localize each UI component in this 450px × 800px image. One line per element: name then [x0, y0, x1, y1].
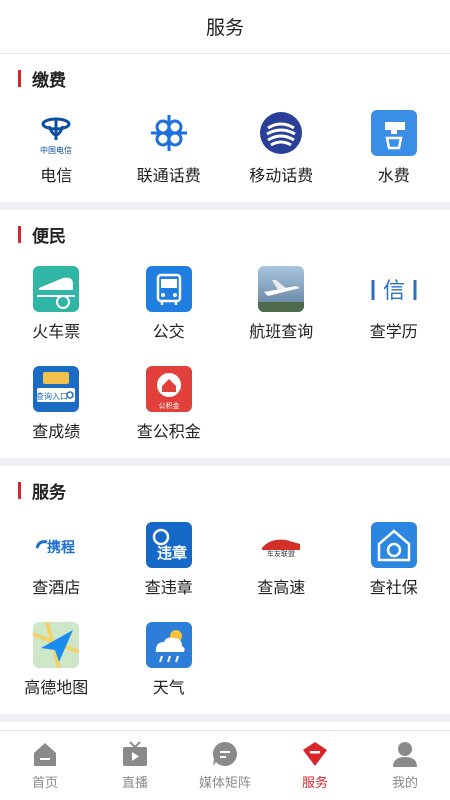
- traffic-violation-icon: 违章: [145, 522, 192, 568]
- tab-label: 媒体矩阵: [198, 775, 251, 790]
- ctrip-logo-icon: 携程: [33, 522, 79, 568]
- tile-label: 查公积金: [136, 424, 201, 441]
- service-violation-query[interactable]: 违章 查违章: [113, 514, 226, 614]
- section-payment: 缴费 中国电信 电信 联通话费 移动话费 水费: [0, 54, 450, 202]
- section-services: 服务 携程 查酒店 违章 查违章 车友联盟 查高速 查社保 高德地图 天气: [0, 466, 450, 714]
- service-shield-icon: [301, 740, 329, 768]
- home-icon: [31, 740, 59, 768]
- section-header: 缴费: [0, 54, 450, 102]
- top-header: 服务: [0, 0, 450, 54]
- violation-logo-text: 违章: [157, 544, 187, 562]
- section-accent-bar: [18, 481, 21, 499]
- service-social-security[interactable]: 查社保: [338, 514, 450, 614]
- airplane-photo-icon: [258, 266, 305, 312]
- tab-home[interactable]: 首页: [0, 731, 90, 800]
- ctrip-logo-text: 携程: [47, 539, 75, 556]
- tv-icon: [121, 740, 149, 768]
- page-title: 服务: [205, 18, 244, 39]
- service-amap[interactable]: 高德地图: [0, 614, 113, 714]
- section-divider: [0, 202, 450, 210]
- section-divider: [0, 458, 450, 466]
- section-divider: [0, 714, 450, 722]
- tile-label: 水费: [377, 168, 410, 185]
- section-accent-bar: [18, 69, 21, 87]
- service-bus[interactable]: 公交: [113, 258, 226, 358]
- tab-label: 首页: [31, 775, 58, 790]
- tile-label: 电信: [40, 168, 73, 185]
- tile-label: 火车票: [32, 324, 81, 341]
- tile-label: 天气: [152, 680, 185, 697]
- section-title: 便民: [32, 226, 66, 246]
- tile-label: 高德地图: [24, 680, 89, 697]
- tab-live[interactable]: 直播: [90, 731, 180, 800]
- weather-cloud-icon: [145, 622, 192, 668]
- section-header: 服务: [0, 466, 450, 514]
- tile-label: 公交: [152, 324, 185, 341]
- service-education-query[interactable]: 信 查学历: [338, 258, 450, 358]
- housing-fund-icon: 公积金: [145, 366, 192, 412]
- service-mobile[interactable]: 移动话费: [225, 102, 338, 202]
- service-flight-query[interactable]: 航班查询: [225, 258, 338, 358]
- user-icon: [391, 740, 419, 768]
- tile-label: 移动话费: [249, 168, 314, 185]
- tile-label: 查违章: [144, 580, 193, 597]
- service-weather[interactable]: 天气: [113, 614, 226, 714]
- service-water[interactable]: 水费: [338, 102, 450, 202]
- service-hotel-query[interactable]: 携程 查酒店: [0, 514, 113, 614]
- tile-label: 查酒店: [32, 580, 81, 597]
- chat-bubble-icon: [211, 740, 239, 768]
- section-header: 便民: [0, 210, 450, 258]
- score-query-text: 查询入口: [36, 391, 68, 401]
- china-mobile-logo-icon: [258, 110, 304, 156]
- highway-logo-text: 车友联盟: [267, 549, 295, 558]
- tab-profile[interactable]: 我的: [360, 731, 450, 800]
- telecom-logo-text: 中国电信: [40, 145, 72, 155]
- highway-car-icon: 车友联盟: [258, 522, 304, 568]
- social-security-home-icon: [370, 522, 417, 568]
- section-convenience: 便民 火车票 公交 航班查询 信 查学历 查询入口 查成绩 公积金 查公积金: [0, 210, 450, 458]
- tab-services[interactable]: 服务: [270, 731, 360, 800]
- tab-label: 我的: [391, 775, 418, 790]
- section-title: 缴费: [32, 70, 66, 90]
- amap-navigation-icon: [33, 622, 80, 668]
- tab-label: 直播: [121, 775, 148, 790]
- tile-label: 联通话费: [136, 168, 201, 185]
- tile-label: 查高速: [257, 580, 306, 597]
- section-title: 服务: [32, 482, 66, 502]
- service-telecom[interactable]: 中国电信 电信: [0, 102, 113, 202]
- tile-label: 航班查询: [249, 324, 314, 341]
- score-query-icon: 查询入口: [33, 366, 80, 412]
- tile-label: 查学历: [369, 324, 418, 341]
- service-score-query[interactable]: 查询入口 查成绩: [0, 358, 113, 458]
- section-accent-bar: [18, 225, 21, 243]
- tile-label: 查成绩: [32, 424, 81, 441]
- bus-icon: [145, 266, 192, 312]
- tab-label: 服务: [301, 775, 328, 790]
- china-unicom-logo-icon: [146, 110, 192, 156]
- service-highway-query[interactable]: 车友联盟 查高速: [225, 514, 338, 614]
- chsi-logo-icon: 信: [371, 266, 417, 312]
- water-tap-icon: [370, 110, 417, 156]
- tab-media-matrix[interactable]: 媒体矩阵: [180, 731, 270, 800]
- service-train-ticket[interactable]: 火车票: [0, 258, 113, 358]
- service-housing-fund[interactable]: 公积金 查公积金: [113, 358, 226, 458]
- train-icon: [33, 266, 80, 312]
- china-telecom-logo-icon: 中国电信: [33, 110, 79, 156]
- chsi-logo-text: 信: [383, 279, 405, 304]
- bottom-tab-bar: 首页 直播 媒体矩阵 服务 我的: [0, 730, 450, 800]
- service-unicom[interactable]: 联通话费: [113, 102, 226, 202]
- tile-label: 查社保: [369, 580, 418, 597]
- housing-fund-text: 公积金: [158, 401, 179, 410]
